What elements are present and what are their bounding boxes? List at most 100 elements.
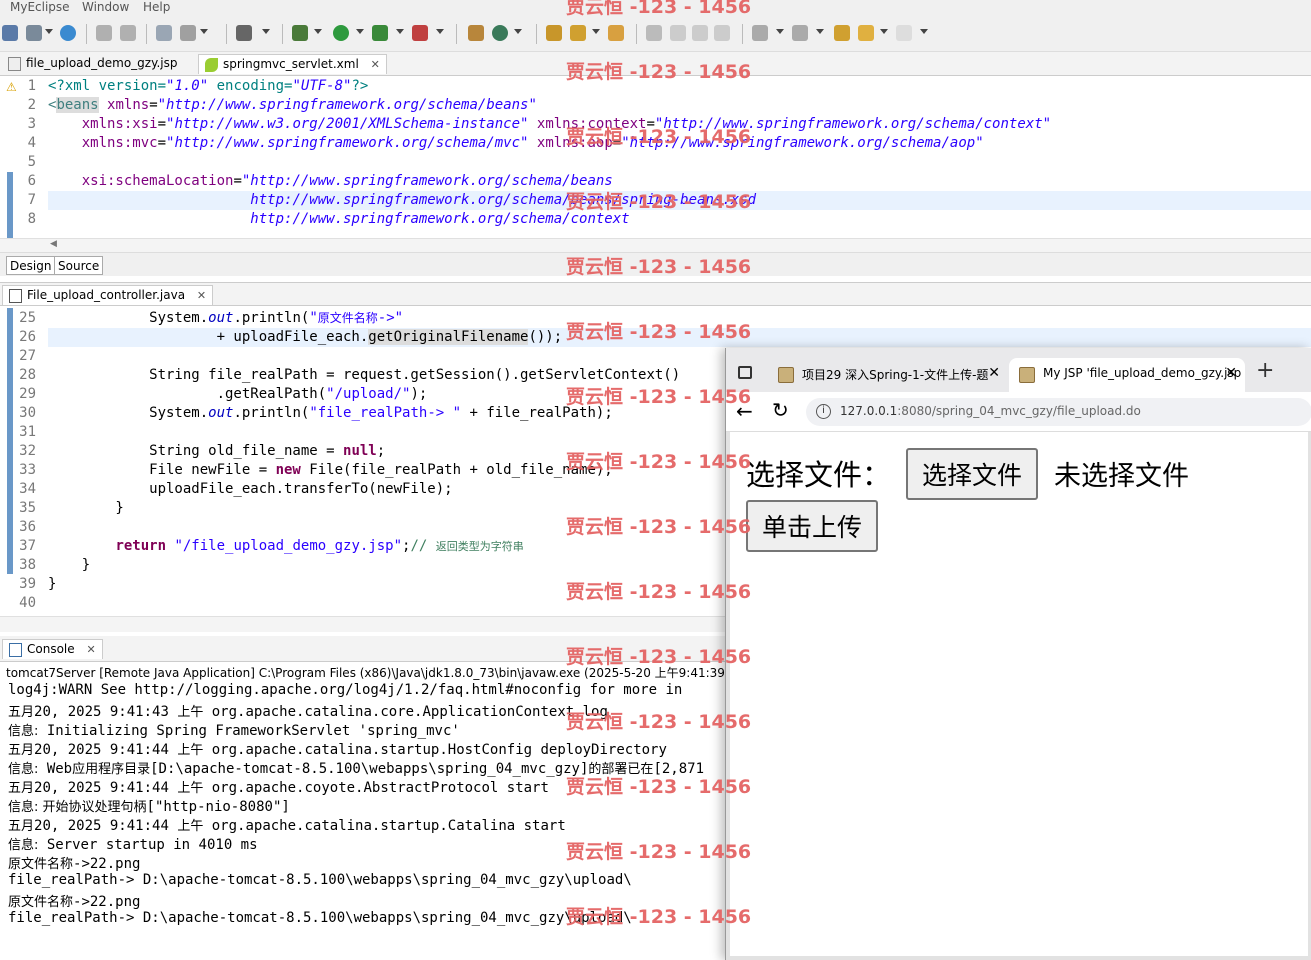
upload-submit-button[interactable]: 单击上传 xyxy=(746,500,879,552)
xml-file-icon xyxy=(205,58,218,72)
next-annotation-dropdown[interactable] xyxy=(776,29,784,34)
toolbar-separator xyxy=(456,24,457,44)
server-dropdown[interactable] xyxy=(200,29,208,34)
prev-annotation-dropdown[interactable] xyxy=(816,29,824,34)
site-info-icon[interactable]: i xyxy=(816,404,831,419)
toolbar-separator xyxy=(282,24,283,44)
tab-springmvc-servlet-xml[interactable]: springmvc_servlet.xml ✕ xyxy=(198,54,387,74)
watermark-text: 贾云恒 -123 - 1456 xyxy=(566,776,752,798)
run-config-icon[interactable] xyxy=(372,25,388,41)
camera-icon[interactable] xyxy=(236,25,252,41)
tab-console[interactable]: Console ✕ xyxy=(2,639,103,659)
open-type-icon[interactable] xyxy=(546,25,562,41)
code-line: http://www.springframework.org/schema/co… xyxy=(250,211,630,227)
console-line: 信息: Server startup in 4010 ms xyxy=(8,837,258,853)
menu-help[interactable]: Help xyxy=(143,0,170,14)
run-icon[interactable] xyxy=(333,25,349,41)
prev-annotation-icon[interactable] xyxy=(792,25,808,41)
menu-myeclipse[interactable]: MyEclipse xyxy=(10,0,70,14)
code-line: .getRealPath("/upload/"); xyxy=(48,386,428,402)
tab-file-upload-jsp[interactable]: file_upload_demo_gzy.jsp xyxy=(2,54,184,74)
browser-tab-project29[interactable]: 项目29 深入Spring-1-文件上传-题 ✕ xyxy=(768,358,1008,392)
console-line: file_realPath-> D:\apache-tomcat-8.5.100… xyxy=(8,872,632,888)
paragraph-icon[interactable] xyxy=(714,25,730,41)
last-edit-icon[interactable] xyxy=(834,25,850,41)
address-bar[interactable]: i 127.0.0.1:8080/spring_04_mvc_gzy/file_… xyxy=(806,398,1311,426)
save-dropdown[interactable] xyxy=(45,29,53,34)
server-icon[interactable] xyxy=(180,25,196,41)
close-icon[interactable]: ✕ xyxy=(86,643,95,656)
forward-dropdown[interactable] xyxy=(920,29,928,34)
block-icon[interactable] xyxy=(692,25,708,41)
tab-design[interactable]: Design xyxy=(6,256,56,275)
xml-horizontal-scrollbar[interactable]: ◀ xyxy=(0,238,1311,252)
menu-window[interactable]: Window xyxy=(82,0,129,14)
line-number: 29 xyxy=(19,386,36,402)
watermark-text: 贾云恒 -123 - 1456 xyxy=(566,906,752,928)
close-tab-icon[interactable]: ✕ xyxy=(1225,365,1237,381)
search-dropdown[interactable] xyxy=(592,29,600,34)
watermark-text: 贾云恒 -123 - 1456 xyxy=(566,841,752,863)
browser-tab-my-jsp[interactable]: My JSP 'file_upload_demo_gzy.jsp ✕ xyxy=(1009,358,1245,392)
java-editor-tabbar: File_upload_controller.java ✕ xyxy=(0,282,1311,306)
globe-icon[interactable] xyxy=(60,25,76,41)
save-icon[interactable] xyxy=(26,25,42,41)
refresh-icon[interactable] xyxy=(492,25,508,41)
browser-page-content: 选择文件： 选择文件 未选择文件 单击上传 xyxy=(726,432,1311,960)
new-icon[interactable] xyxy=(2,25,18,41)
console-icon xyxy=(9,643,22,657)
close-icon[interactable]: ✕ xyxy=(371,58,380,71)
copy-icon[interactable] xyxy=(120,25,136,41)
tab-actions-icon[interactable] xyxy=(738,366,752,379)
console-line: 五月20, 2025 9:41:44 上午 org.apache.catalin… xyxy=(8,818,566,834)
run-dropdown[interactable] xyxy=(356,29,364,34)
external-tools-dropdown[interactable] xyxy=(436,29,444,34)
pen-icon[interactable] xyxy=(670,25,686,41)
code-line: + uploadFile_each.getOriginalFilename())… xyxy=(48,329,563,345)
line-number: 34 xyxy=(19,481,36,497)
tab-source[interactable]: Source xyxy=(54,256,104,275)
code-line: xsi:schemaLocation="http://www.springfra… xyxy=(81,173,613,189)
run-config-dropdown[interactable] xyxy=(396,29,404,34)
debug-icon[interactable] xyxy=(292,25,308,41)
toolbar-separator xyxy=(226,24,227,44)
watermark-text: 贾云恒 -123 - 1456 xyxy=(566,516,752,538)
back-icon[interactable] xyxy=(858,25,874,41)
refresh-dropdown[interactable] xyxy=(514,29,522,34)
close-icon[interactable]: ✕ xyxy=(197,289,206,302)
next-annotation-icon[interactable] xyxy=(752,25,768,41)
browser-tabstrip: 项目29 深入Spring-1-文件上传-题 ✕ My JSP 'file_up… xyxy=(726,348,1311,392)
debug-dropdown[interactable] xyxy=(314,29,322,34)
file-select-label: 选择文件： xyxy=(746,458,892,492)
choose-file-button[interactable]: 选择文件 xyxy=(906,448,1039,500)
toolbar-separator xyxy=(86,24,87,44)
watermark-text: 贾云恒 -123 - 1456 xyxy=(566,581,752,603)
no-file-chosen-text: 未选择文件 xyxy=(1054,461,1189,492)
back-dropdown[interactable] xyxy=(880,29,888,34)
line-number: 8 xyxy=(27,211,36,227)
forward-icon[interactable] xyxy=(896,25,912,41)
toolbar-separator xyxy=(146,24,147,44)
console-line: 原文件名称->22.png xyxy=(8,894,141,910)
watermark-text: 贾云恒 -123 - 1456 xyxy=(566,61,752,83)
code-line: xmlns:xsi="http://www.w3.org/2001/XMLSch… xyxy=(81,116,1052,132)
scroll-left-icon[interactable]: ◀ xyxy=(50,239,57,249)
external-tools-icon[interactable] xyxy=(412,25,428,41)
url-host: 127.0.0.1 xyxy=(840,404,898,418)
watermark-text: 贾云恒 -123 - 1456 xyxy=(566,126,752,148)
package-icon[interactable] xyxy=(468,25,484,41)
mark-icon[interactable] xyxy=(646,25,662,41)
browser-toolbar: ← ↻ i 127.0.0.1:8080/spring_04_mvc_gzy/f… xyxy=(726,392,1311,432)
camera-dropdown[interactable] xyxy=(262,29,270,34)
toolbar-separator xyxy=(742,24,743,44)
tab-file-upload-controller[interactable]: File_upload_controller.java ✕ xyxy=(2,285,214,305)
folder-icon[interactable] xyxy=(608,25,624,41)
new-tab-button[interactable]: + xyxy=(1256,358,1274,383)
code-line: System.out.println("file_realPath-> " + … xyxy=(48,405,613,421)
search-icon[interactable] xyxy=(570,25,586,41)
properties-icon[interactable] xyxy=(156,25,172,41)
reload-icon[interactable]: ↻ xyxy=(772,398,789,422)
line-number: 35 xyxy=(19,500,36,516)
close-tab-icon[interactable]: ✕ xyxy=(988,365,1000,381)
cut-icon[interactable] xyxy=(96,25,112,41)
